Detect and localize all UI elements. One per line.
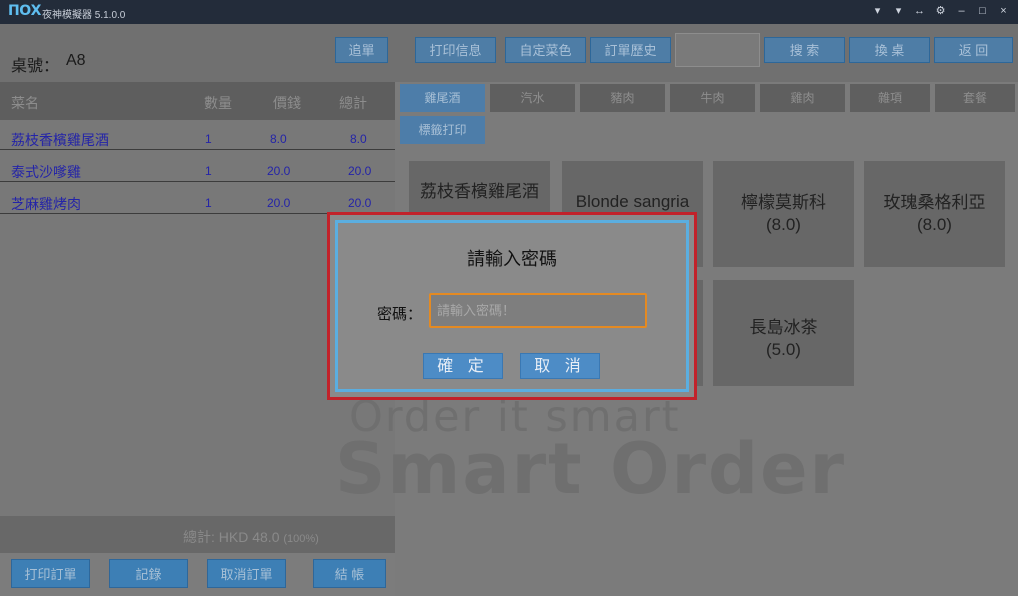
- checkout-button[interactable]: 結 帳: [313, 559, 386, 588]
- shirt-icon[interactable]: ▾: [869, 3, 886, 20]
- table-number-label: 桌號：: [11, 58, 60, 75]
- close-icon[interactable]: ×: [995, 3, 1012, 20]
- tab-chicken[interactable]: 雞肉: [760, 84, 845, 112]
- header-bar: 桌號： A8 追單 打印信息 自定菜色 訂單歷史 搜 索 換 桌 返 回: [0, 24, 1018, 82]
- order-item-qty: 1: [205, 164, 212, 178]
- tab-beef[interactable]: 牛肉: [670, 84, 755, 112]
- chevron-down-icon[interactable]: ▾: [890, 3, 907, 20]
- window-controls: ▾ ▾ ↔ ⚙ – □ ×: [869, 3, 1012, 20]
- order-history-button[interactable]: 訂單歷史: [590, 37, 671, 63]
- search-field[interactable]: [675, 33, 760, 67]
- order-item-price: 20.0: [267, 196, 291, 210]
- order-action-bar: 打印訂單 記錄 取消訂單 結 帳: [0, 553, 395, 596]
- col-dish-name: 菜名: [11, 95, 39, 111]
- order-total: 總計: HKD 48.0 (100%): [183, 527, 319, 547]
- order-row[interactable]: 芝麻雞烤肉 1 20.0 20.0: [0, 190, 395, 214]
- window-title: 夜神模擬器 5.1.0.0: [42, 10, 126, 21]
- menu-item-price: (5.0): [766, 340, 801, 359]
- order-row[interactable]: 泰式沙嗲雞 1 20.0 20.0: [0, 158, 395, 182]
- change-table-button[interactable]: 換 桌: [849, 37, 930, 63]
- emulator-titlebar: ПОХ 夜神模擬器 5.1.0.0 ▾ ▾ ↔ ⚙ – □ ×: [0, 0, 1018, 24]
- menu-item[interactable]: 檸檬莫斯科 (8.0): [713, 161, 854, 267]
- confirm-button[interactable]: 確 定: [423, 353, 503, 379]
- order-item-qty: 1: [205, 132, 212, 146]
- col-total: 總計: [339, 95, 367, 111]
- tab-label-print[interactable]: 標籤打印: [400, 116, 485, 144]
- menu-item-name: Blonde sangria: [575, 192, 690, 211]
- password-label: 密碼：: [377, 306, 423, 323]
- col-quantity: 數量: [204, 95, 232, 111]
- tab-misc[interactable]: 雜項: [850, 84, 930, 112]
- records-button[interactable]: 記錄: [109, 559, 188, 588]
- menu-item[interactable]: 長島冰茶 (5.0): [713, 280, 854, 386]
- menu-item-name: 荔枝香檳雞尾酒: [420, 182, 539, 201]
- order-item-name: 荔枝香檳雞尾酒: [11, 132, 109, 148]
- order-item-total: 8.0: [350, 132, 367, 146]
- table-number-value: A8: [66, 52, 86, 69]
- order-item-total: 20.0: [348, 164, 372, 178]
- tab-pork[interactable]: 豬肉: [580, 84, 665, 112]
- order-item-name: 芝麻雞烤肉: [11, 196, 81, 212]
- menu-item-name: 檸檬莫斯科: [741, 193, 826, 212]
- gear-icon[interactable]: ⚙: [932, 3, 949, 20]
- col-price: 價錢: [273, 95, 301, 111]
- order-total-amount: 總計: HKD 48.0: [183, 529, 280, 545]
- password-input[interactable]: [429, 293, 647, 328]
- add-order-button[interactable]: 追單: [335, 37, 388, 63]
- menu-item-name: 玫瑰桑格利亞: [883, 193, 986, 212]
- back-button[interactable]: 返 回: [934, 37, 1013, 63]
- maximize-icon[interactable]: □: [974, 3, 991, 20]
- tab-set-meal[interactable]: 套餐: [935, 84, 1015, 112]
- order-item-qty: 1: [205, 196, 212, 210]
- minimize-icon[interactable]: –: [953, 3, 970, 20]
- order-item-name: 泰式沙嗲雞: [11, 164, 81, 180]
- order-total-percent: (100%): [283, 533, 319, 545]
- order-total-bar: 總計: HKD 48.0 (100%): [0, 516, 395, 553]
- cancel-button[interactable]: 取 消: [520, 353, 600, 379]
- print-info-button[interactable]: 打印信息: [415, 37, 496, 63]
- dialog-title: 請輸入密碼: [467, 249, 557, 269]
- nox-logo: ПОХ: [8, 3, 41, 19]
- menu-item-price: (8.0): [917, 215, 952, 234]
- print-order-button[interactable]: 打印訂單: [11, 559, 90, 588]
- order-item-total: 20.0: [348, 196, 372, 210]
- menu-item-name: 長島冰茶: [749, 318, 818, 337]
- order-item-price: 20.0: [267, 164, 291, 178]
- custom-dish-button[interactable]: 自定菜色: [505, 37, 586, 63]
- password-dialog: 請輸入密碼 密碼： 確 定 取 消: [335, 220, 689, 392]
- order-table-header: 菜名 數量 價錢 總計: [0, 82, 395, 120]
- arrows-icon[interactable]: ↔: [911, 3, 928, 20]
- menu-item[interactable]: 玫瑰桑格利亞 (8.0): [864, 161, 1005, 267]
- order-row[interactable]: 荔枝香檳雞尾酒 1 8.0 8.0: [0, 126, 395, 150]
- tab-cocktails[interactable]: 雞尾酒: [400, 84, 485, 112]
- menu-item-price: (8.0): [766, 215, 801, 234]
- search-button[interactable]: 搜 索: [764, 37, 845, 63]
- order-item-price: 8.0: [270, 132, 287, 146]
- tab-soda[interactable]: 汽水: [490, 84, 575, 112]
- cancel-order-button[interactable]: 取消訂單: [207, 559, 286, 588]
- password-dialog-highlight: 請輸入密碼 密碼： 確 定 取 消: [327, 212, 697, 400]
